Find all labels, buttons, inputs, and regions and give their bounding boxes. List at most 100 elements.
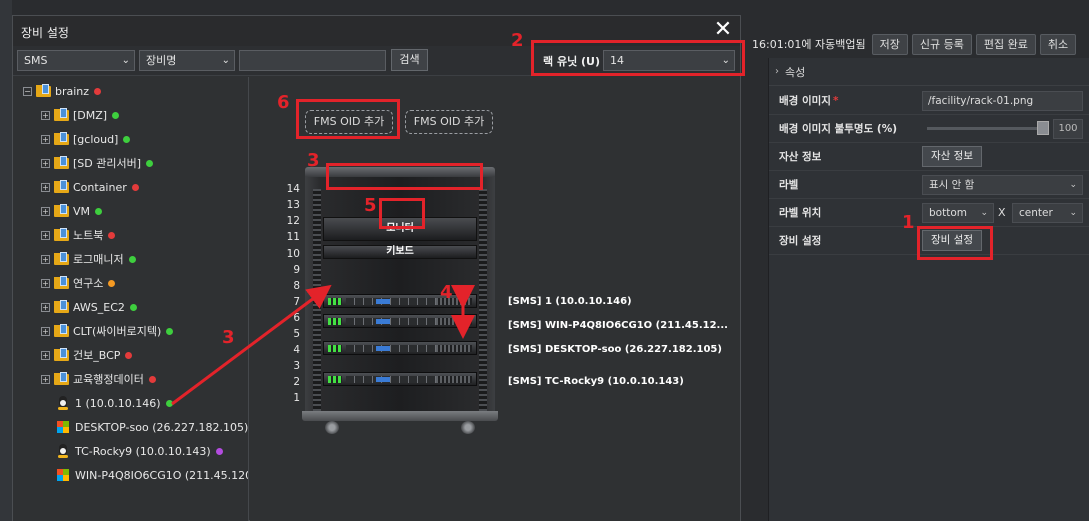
tree-group[interactable]: + 건보_BCP xyxy=(41,345,133,365)
chevron-down-icon: ⌄ xyxy=(1069,179,1077,190)
prop-row-asset-info: 자산 정보 자산 정보 xyxy=(769,143,1089,171)
asset-info-button[interactable]: 자산 정보 xyxy=(922,146,982,167)
expand-icon[interactable]: + xyxy=(41,134,50,144)
properties-title: 속성 xyxy=(785,65,806,79)
folder-icon xyxy=(54,348,69,361)
tree-device[interactable]: TC-Rocky9 (10.0.10.143) xyxy=(57,441,223,461)
tree-group-label: 건보_BCP xyxy=(73,349,121,362)
annotation-number: 5 xyxy=(364,195,377,216)
opacity-slider-thumb[interactable] xyxy=(1037,121,1049,135)
status-dot xyxy=(166,327,174,335)
field-select[interactable]: 장비명 ⌄ xyxy=(139,50,235,71)
tree-root-label: brainz xyxy=(55,84,90,98)
rack-server[interactable] xyxy=(323,294,477,308)
fms-oid-add-button[interactable]: FMS OID 추가 xyxy=(405,110,493,134)
tree-group[interactable]: + [gcloud] xyxy=(41,129,131,149)
rack-unit-number: 12 xyxy=(286,215,300,227)
rack-canvas: FMS OID 추가 FMS OID 추가 모니터 키보드 14 13 12 1… xyxy=(250,77,740,521)
tree-group[interactable]: + 교육행정데이터 xyxy=(41,369,156,389)
expand-icon[interactable]: + xyxy=(41,182,50,192)
tree-device-label: 1 (10.0.10.146) xyxy=(75,396,161,410)
status-dot xyxy=(123,135,131,143)
label-vertical-select[interactable]: bottom ⌄ xyxy=(922,202,994,223)
tree-group-label: [gcloud] xyxy=(73,132,119,146)
label-select[interactable]: 표시 안 함 ⌄ xyxy=(922,174,1083,195)
tree-group-label: AWS_EC2 xyxy=(73,300,125,314)
properties-header[interactable]: › 속성 xyxy=(769,58,1089,86)
save-button[interactable]: 저장 xyxy=(871,33,908,55)
tree-group-label: VM xyxy=(73,204,91,218)
tree-group-label: 연구소 xyxy=(73,277,104,290)
type-select[interactable]: SMS ⌄ xyxy=(17,50,135,71)
background-left-strip xyxy=(0,0,12,521)
folder-icon xyxy=(54,204,69,217)
tree-group-label: Container xyxy=(73,180,127,194)
expand-icon[interactable]: + xyxy=(41,206,50,216)
tree-device-label: DESKTOP-soo (26.227.182.105) xyxy=(75,420,249,434)
tree-group[interactable]: + 로그매니저 xyxy=(41,249,136,269)
label-horizontal-select[interactable]: center ⌄ xyxy=(1012,202,1083,223)
folder-icon xyxy=(54,228,69,241)
expand-icon[interactable]: + xyxy=(41,110,50,120)
tree-device[interactable]: 1 (10.0.10.146) xyxy=(57,393,173,413)
tree-group[interactable]: + AWS_EC2 xyxy=(41,297,137,317)
search-input[interactable] xyxy=(239,50,386,71)
rack-server[interactable] xyxy=(323,341,477,355)
bg-image-input[interactable]: /facility/rack-01.png xyxy=(922,90,1083,111)
rack-bottom xyxy=(302,411,498,421)
collapse-icon[interactable]: − xyxy=(23,86,32,96)
expand-icon[interactable]: + xyxy=(41,158,50,168)
rack-server[interactable] xyxy=(323,372,477,386)
tree-group[interactable]: + VM xyxy=(41,201,103,221)
rack-unit-number: 2 xyxy=(293,376,300,388)
tree-device[interactable]: DESKTOP-soo (26.227.182.105) xyxy=(57,417,249,437)
annotation-box xyxy=(326,163,483,190)
search-button[interactable]: 검색 xyxy=(391,49,428,71)
folder-icon xyxy=(54,108,69,121)
edit-done-button[interactable]: 편집 완료 xyxy=(975,33,1036,55)
rack-unit-number: 10 xyxy=(286,248,300,260)
expand-icon[interactable]: + xyxy=(41,254,50,264)
rack-unit-number: 3 xyxy=(293,360,300,372)
rack-slot-keyboard[interactable]: 키보드 xyxy=(323,245,477,259)
tree-group-label: 교육행정데이터 xyxy=(73,373,144,386)
tree-group[interactable]: + [DMZ] xyxy=(41,105,120,125)
prop-row-bg-image: 배경 이미지 * /facility/rack-01.png xyxy=(769,87,1089,115)
status-dot xyxy=(165,399,173,407)
expand-icon[interactable]: + xyxy=(41,350,50,360)
rack-unit-number: 13 xyxy=(286,199,300,211)
rack-unit-number: 11 xyxy=(286,231,300,243)
tree-root[interactable]: − brainz xyxy=(23,81,102,101)
chevron-down-icon: ⌄ xyxy=(980,207,988,218)
tree-device[interactable]: WIN-P4Q8IO6CG1O (211.45.120. xyxy=(57,465,248,485)
rack-unit-number: 5 xyxy=(293,328,300,340)
opacity-slider-track[interactable] xyxy=(927,127,1045,130)
expand-icon[interactable]: + xyxy=(41,278,50,288)
expand-icon[interactable]: + xyxy=(41,374,50,384)
close-icon[interactable]: ✕ xyxy=(712,19,734,41)
folder-icon xyxy=(54,324,69,337)
prop-row-label-position: 라벨 위치 bottom ⌄ X center ⌄ xyxy=(769,199,1089,227)
expand-icon[interactable]: + xyxy=(41,326,50,336)
tree-group[interactable]: + 연구소 xyxy=(41,273,116,293)
tree-group[interactable]: + CLT(싸이버로지텍) xyxy=(41,321,174,341)
rack-server[interactable] xyxy=(323,314,477,328)
status-dot xyxy=(148,375,156,383)
annotation-number: 4 xyxy=(440,282,453,303)
cancel-button[interactable]: 취소 xyxy=(1039,33,1077,55)
required-mark: * xyxy=(832,95,839,107)
status-dot xyxy=(125,351,133,359)
expand-icon[interactable]: + xyxy=(41,302,50,312)
tree-group[interactable]: + 노트북 xyxy=(41,225,116,245)
new-register-button[interactable]: 신규 등록 xyxy=(911,33,972,55)
expand-icon[interactable]: + xyxy=(41,230,50,240)
rack-rail xyxy=(479,189,487,417)
annotation-box xyxy=(531,40,745,76)
rack-unit-number: 4 xyxy=(293,344,300,356)
opacity-value[interactable]: 100 xyxy=(1053,119,1083,139)
linux-icon xyxy=(57,444,69,458)
server-label: [SMS] DESKTOP-soo (26.227.182.105) xyxy=(508,344,722,355)
tree-group[interactable]: + Container xyxy=(41,177,139,197)
tree-group[interactable]: + [SD 관리서버] xyxy=(41,153,154,173)
equip-settings-label: 장비 설정 xyxy=(779,235,822,247)
